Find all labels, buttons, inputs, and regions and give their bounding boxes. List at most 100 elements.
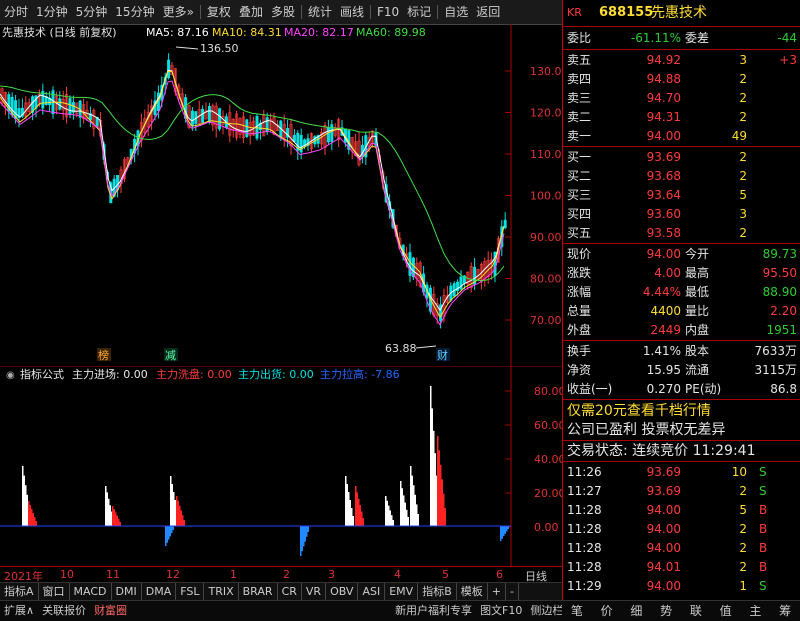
status-item[interactable]: 新用户福利专享 [391, 601, 476, 621]
right-tab[interactable]: 筹 [770, 601, 800, 621]
indicator-bar [172, 526, 174, 530]
indicator-tab[interactable]: ASI [358, 583, 386, 601]
indicator-bar [108, 498, 110, 526]
toolbar-item[interactable]: 5分钟 [72, 0, 112, 24]
ask-price: 94.70 [646, 91, 681, 105]
toolbar-item[interactable]: 标记 [403, 0, 435, 24]
toolbar-item[interactable]: 多股 [267, 0, 299, 24]
separator [199, 5, 201, 19]
indicator-tab[interactable]: 指标B [418, 583, 457, 601]
toolbar-item[interactable]: 15分钟 [111, 0, 158, 24]
candlestick-chart[interactable]: 130.0 120.0 110.0 100.0 90.00 80.00 70.00 先惠技术… [0, 24, 562, 366]
y-tick: 100.0 [530, 190, 562, 203]
toolbar-item[interactable]: 统计 [304, 0, 336, 24]
indicator-tab[interactable]: DMA [142, 583, 177, 601]
ask-price: 94.88 [646, 72, 681, 86]
indicator-tab[interactable]: - [506, 583, 519, 601]
tick-row: 11:28 94.00 2 B [563, 539, 800, 558]
ask-row: 卖五 94.92 3 +3 [563, 51, 800, 70]
toolbar-item[interactable]: 叠加 [235, 0, 267, 24]
toolbar-item[interactable]: 1分钟 [32, 0, 72, 24]
toolbar-item[interactable]: 分时 [0, 0, 32, 24]
indicator-tab[interactable]: VR [302, 583, 327, 601]
indicator-bar [403, 495, 405, 526]
indicator-tab[interactable]: DMI [112, 583, 142, 601]
candle-body [245, 119, 249, 137]
indicator-tab[interactable]: 指标A [0, 583, 39, 601]
indicator-bar [166, 526, 168, 543]
y-tick: 80.00 [530, 273, 562, 286]
bid-row: 买三 93.64 5 [563, 186, 800, 205]
stat-label: 收益(一) [567, 382, 613, 396]
right-tab[interactable]: 笔 [562, 601, 592, 621]
stat-row: 现价 94.00 今开 89.73 [563, 245, 800, 264]
bid-price: 93.64 [646, 188, 681, 202]
indicator-bar [392, 520, 394, 526]
tag-cai[interactable]: 财 [437, 348, 448, 362]
stat-label: 换手 [567, 344, 592, 358]
stat-value: 95.50 [762, 266, 797, 280]
stat-label: 最低 [685, 285, 710, 299]
indicator-name[interactable]: 指标公式 [20, 367, 64, 381]
indicator-bar [410, 466, 412, 526]
indicator-bar [385, 496, 387, 526]
status-item[interactable]: 财富圈 [90, 601, 131, 621]
toolbar-item[interactable]: 画线 [336, 0, 368, 24]
ask-price: 94.31 [646, 110, 681, 124]
toolbar-item[interactable]: 自选 [440, 0, 472, 24]
indicator-bar [177, 500, 179, 526]
indicator-tab[interactable]: BRAR [239, 583, 278, 601]
right-tab[interactable]: 价 [592, 601, 622, 621]
indicator-bar [304, 526, 306, 542]
toolbar-item[interactable]: 返回 [472, 0, 504, 24]
status-item[interactable]: 关联报价 [38, 601, 90, 621]
tag-jian[interactable]: 减 [165, 349, 176, 362]
indicator-ship: 主力出货: 0.00 [238, 367, 314, 381]
indicator-tab[interactable]: MACD [70, 583, 112, 601]
toolbar-item[interactable]: 复权 [203, 0, 235, 24]
right-tab[interactable]: 联 [681, 601, 711, 621]
tick-time: 11:28 [567, 522, 602, 536]
indicator-tab[interactable]: EMV [385, 583, 419, 601]
toolbar-item[interactable]: 更多» [159, 0, 198, 24]
stat-row: 换手 1.41% 股本 7633万 [563, 342, 800, 361]
indicator-tab[interactable]: + [488, 583, 506, 601]
tag-bang[interactable]: 榜 [98, 348, 109, 362]
ma20-label: MA20: 82.17 [284, 26, 354, 39]
indicator-chart[interactable]: 80.00 60.00 40.00 20.00 0.00 ◉ 指标公式 主力进场: 0.… [0, 365, 566, 566]
indicator-tab[interactable]: FSL [176, 583, 205, 601]
tick-price: 93.69 [646, 484, 681, 498]
indicator-bar [173, 492, 175, 526]
right-tab[interactable]: 势 [651, 601, 681, 621]
right-tab[interactable]: 值 [711, 601, 741, 621]
top-toolbar: 分时 1分钟 5分钟 15分钟 更多» 复权 叠加 多股 统计 画线 F10 标记 自选 返回 [0, 0, 562, 25]
indicator-tab[interactable]: CR [278, 583, 302, 601]
x-label: 2 [283, 568, 290, 581]
indicator-tab[interactable]: OBV [326, 583, 359, 601]
stat-label: 股本 [685, 344, 710, 358]
bid-label: 买二 [567, 169, 592, 183]
toolbar-item[interactable]: F10 [373, 0, 403, 24]
status-item[interactable]: 图文F10 [476, 601, 526, 621]
right-tab[interactable]: 主 [741, 601, 771, 621]
collapse-icon[interactable]: ◉ [6, 370, 15, 381]
indicator-tab[interactable]: TRIX [204, 583, 239, 601]
tick-volume: 2 [739, 541, 747, 555]
separator [437, 5, 439, 19]
indicator-bar [441, 479, 443, 526]
indicator-tab[interactable]: 模板 [457, 583, 488, 601]
quote-panel: KR 688155 先惠技术 委比 -61.11% 委差 -44 卖五 94.92… [562, 0, 800, 600]
indicator-bar [112, 506, 114, 526]
right-tab[interactable]: 细 [622, 601, 652, 621]
indicator-bar [359, 505, 361, 526]
stat-row: 收益(一) 0.270 PE(动) 86.8 [563, 380, 800, 399]
indicator-bar [440, 464, 442, 526]
indicator-bar [170, 476, 172, 526]
status-item[interactable]: 扩展∧ [0, 601, 38, 621]
indicator-tab[interactable]: 窗口 [39, 583, 70, 601]
tick-price: 94.00 [646, 541, 681, 555]
promo-link[interactable]: 仅需20元查看千档行情 [567, 401, 711, 421]
indicator-bar [444, 508, 446, 526]
ask-price: 94.00 [646, 129, 681, 143]
ask-row: 卖四 94.88 2 [563, 70, 800, 89]
